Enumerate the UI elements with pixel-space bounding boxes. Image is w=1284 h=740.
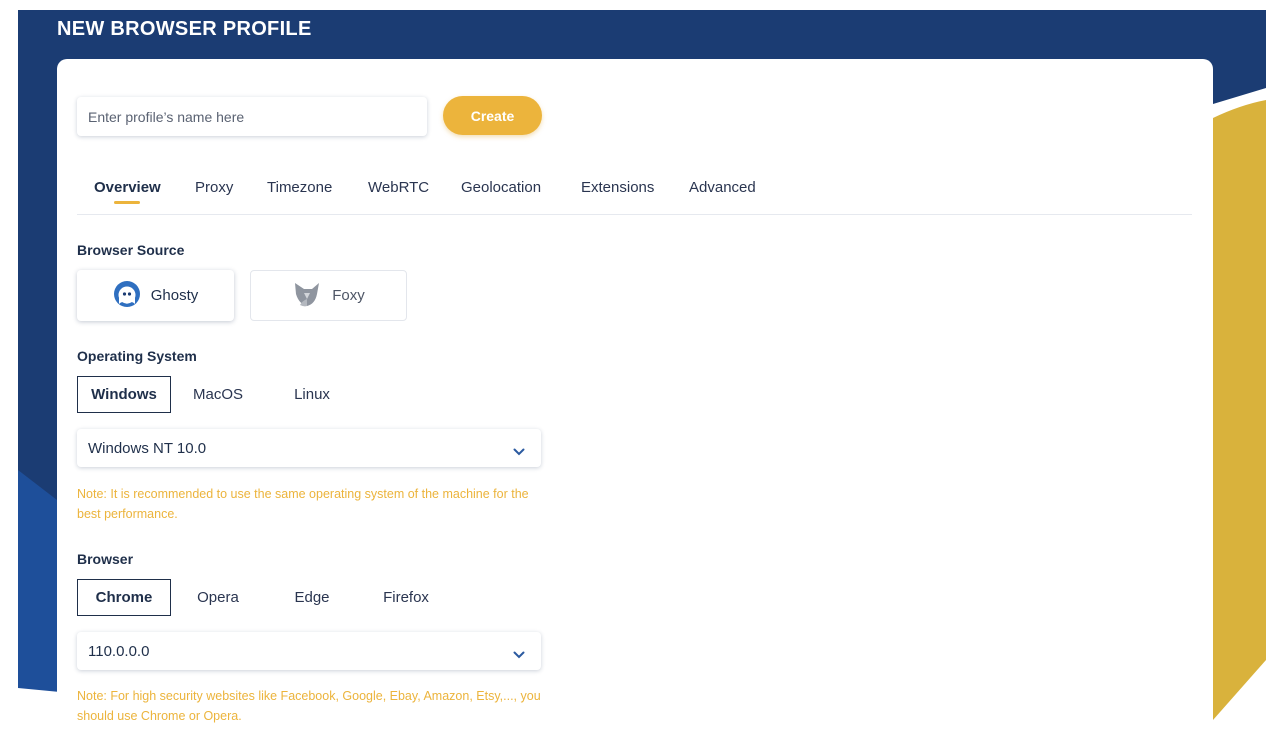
profile-card: Create Overview Proxy Timezone WebRTC Ge… <box>57 59 1213 740</box>
tab-timezone[interactable]: Timezone <box>267 179 332 196</box>
browser-version-select[interactable]: 110.0.0.0 <box>77 632 541 670</box>
chevron-down-icon <box>513 443 525 460</box>
tab-bar: Overview Proxy Timezone WebRTC Geolocati… <box>77 169 1192 215</box>
browser-option-edge[interactable]: Edge <box>265 579 359 616</box>
tab-geolocation[interactable]: Geolocation <box>461 179 541 196</box>
gold-accent-shape <box>1213 100 1266 720</box>
os-option-macos[interactable]: MacOS <box>171 376 265 413</box>
source-ghosty[interactable]: Ghosty <box>77 270 234 321</box>
page-title: NEW BROWSER PROFILE <box>57 18 312 40</box>
browser-label: Browser <box>77 551 134 567</box>
create-button[interactable]: Create <box>443 96 542 135</box>
os-option-linux[interactable]: Linux <box>265 376 359 413</box>
os-note: Note: It is recommended to use the same … <box>77 487 529 521</box>
profile-name-input[interactable] <box>77 97 427 136</box>
browser-version-value: 110.0.0.0 <box>88 642 150 660</box>
tab-overview[interactable]: Overview <box>94 179 161 196</box>
tab-webrtc[interactable]: WebRTC <box>368 179 429 196</box>
white-corner-shape <box>18 688 60 740</box>
browser-source-label: Browser Source <box>77 242 185 258</box>
source-ghosty-label: Ghosty <box>150 287 199 304</box>
source-foxy[interactable]: Foxy <box>250 270 407 321</box>
browser-note: Note: For high security websites like Fa… <box>77 689 541 723</box>
tab-proxy[interactable]: Proxy <box>195 179 233 196</box>
browser-option-firefox[interactable]: Firefox <box>359 579 453 616</box>
os-version-select[interactable]: Windows NT 10.0 <box>77 429 541 467</box>
fox-logo-icon <box>292 280 322 312</box>
ghost-logo-icon <box>113 280 141 312</box>
operating-system-label: Operating System <box>77 348 197 364</box>
os-version-value: Windows NT 10.0 <box>88 439 207 457</box>
browser-option-chrome[interactable]: Chrome <box>77 579 171 616</box>
tab-advanced[interactable]: Advanced <box>689 179 756 196</box>
chevron-down-icon <box>513 646 525 663</box>
browser-option-opera[interactable]: Opera <box>171 579 265 616</box>
active-tab-indicator <box>114 201 140 204</box>
tab-extensions[interactable]: Extensions <box>581 179 654 196</box>
blue-accent-shape <box>18 470 57 700</box>
source-foxy-label: Foxy <box>332 287 365 304</box>
os-option-windows[interactable]: Windows <box>77 376 171 413</box>
